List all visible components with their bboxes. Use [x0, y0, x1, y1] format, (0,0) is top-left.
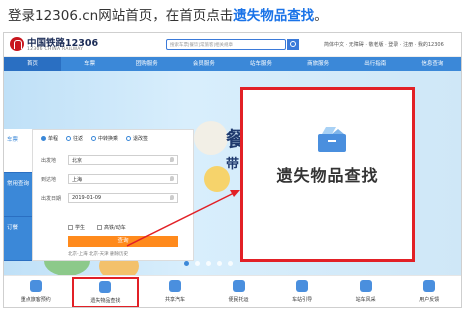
feature-shipping[interactable]: 便民托运 [207, 276, 271, 307]
feature-label: 站车风采 [355, 297, 376, 303]
signpost-icon [296, 280, 309, 292]
pointer-arrow [126, 190, 240, 247]
feature-label: 车站引导 [292, 297, 313, 303]
feature-bar: 重点旅客预约 遗失物品查找 共享汽车 便民托运 车站引导 站车风采 用户反馈 [4, 275, 461, 307]
car-icon [168, 280, 181, 292]
feature-station-guide[interactable]: 车站引导 [270, 276, 334, 307]
feature-car-share[interactable]: 共享汽车 [143, 276, 207, 307]
caption-suffix: 。 [314, 8, 328, 24]
package-icon [232, 280, 245, 292]
feature-lost-items[interactable]: 遗失物品查找 [71, 277, 140, 307]
caption-highlight: 遗失物品查找 [233, 8, 315, 24]
box-icon [99, 281, 112, 293]
feature-priority-passenger[interactable]: 重点旅客预约 [4, 276, 68, 307]
instruction-caption: 登录12306.cn网站首页，在首页点击遗失物品查找。 [8, 4, 328, 24]
feature-label: 共享汽车 [164, 297, 185, 303]
chat-icon [423, 280, 436, 292]
feature-feedback[interactable]: 用户反馈 [397, 276, 461, 307]
person-icon [29, 280, 42, 292]
train-icon [359, 280, 372, 292]
feature-label: 便民托运 [228, 297, 249, 303]
feature-label: 遗失物品查找 [90, 298, 121, 304]
feature-label: 重点旅客预约 [20, 297, 51, 303]
feature-label: 用户反馈 [419, 297, 440, 303]
feature-gallery[interactable]: 站车风采 [334, 276, 398, 307]
website-screenshot: 中国铁路12306 12306 CHINA RAILWAY 搜索车票|餐饮|常旅… [3, 32, 462, 308]
caption-prefix: 登录12306.cn网站首页，在首页点击 [8, 8, 234, 24]
